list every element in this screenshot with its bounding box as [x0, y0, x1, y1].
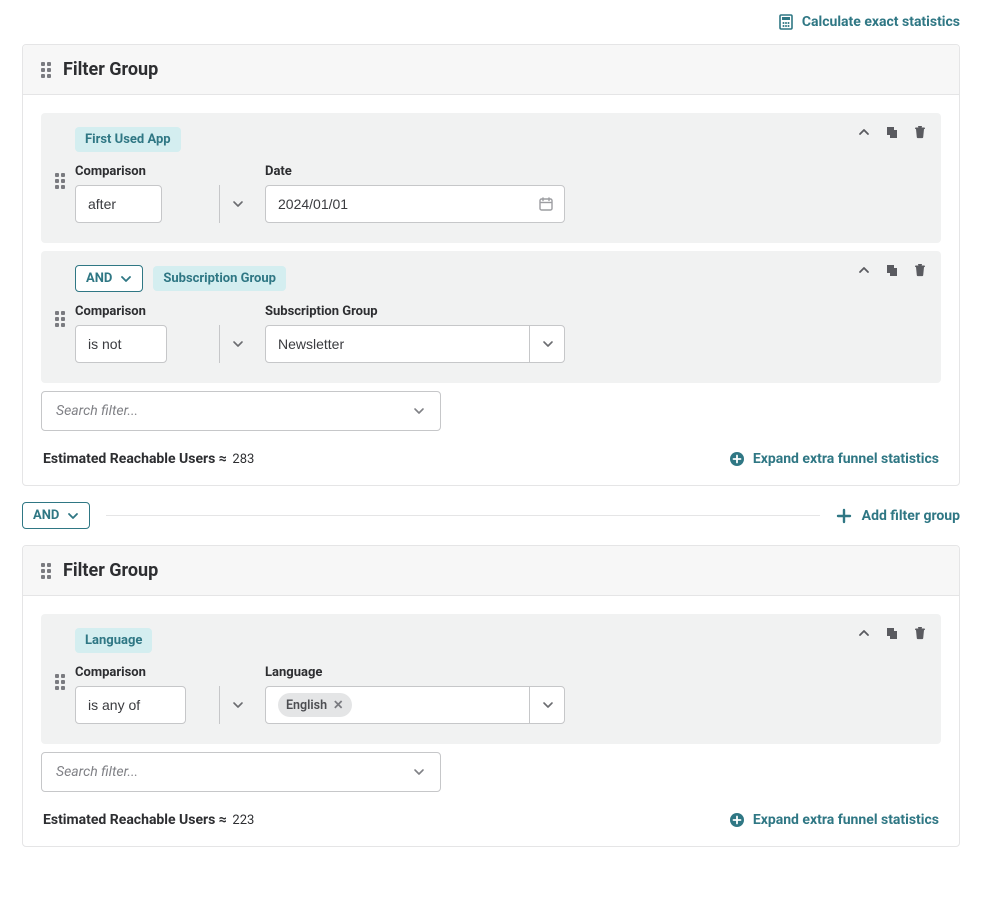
comparison-select[interactable]: is not	[75, 325, 167, 363]
calculator-icon	[778, 14, 794, 30]
filter-group-header: Filter Group	[23, 546, 959, 596]
filter-group-title: Filter Group	[63, 560, 158, 581]
divider	[106, 515, 819, 516]
expand-funnel-link[interactable]: Expand extra funnel statistics	[729, 812, 939, 828]
duplicate-icon[interactable]	[885, 125, 899, 139]
chevron-down-icon	[120, 273, 132, 285]
chevron-down-icon	[412, 765, 426, 779]
filter-group: Filter Group First Used App Comparison	[22, 44, 960, 486]
plus-circle-icon	[729, 451, 745, 467]
trash-icon[interactable]	[913, 626, 927, 640]
filter-group-header: Filter Group	[23, 45, 959, 95]
chevron-down-icon	[219, 686, 255, 724]
plus-circle-icon	[729, 812, 745, 828]
duplicate-icon[interactable]	[885, 263, 899, 277]
language-label: Language	[265, 665, 565, 680]
filter-type-badge: Subscription Group	[153, 266, 286, 291]
comparison-select[interactable]: after	[75, 185, 162, 223]
add-filter-group-button[interactable]: Add filter group	[836, 508, 960, 524]
filter-group: Filter Group Language Comparison	[22, 545, 960, 847]
filter-type-badge: First Used App	[75, 127, 181, 152]
subscription-group-label: Subscription Group	[265, 304, 565, 319]
chevron-down-icon	[219, 185, 255, 223]
calendar-icon	[539, 197, 553, 211]
search-filter-placeholder: Search filter...	[56, 764, 412, 780]
chevron-down-icon	[412, 404, 426, 418]
filter-card: First Used App Comparison after	[41, 113, 941, 243]
expand-funnel-label: Expand extra funnel statistics	[753, 451, 939, 467]
expand-funnel-link[interactable]: Expand extra funnel statistics	[729, 451, 939, 467]
trash-icon[interactable]	[913, 125, 927, 139]
search-filter-input[interactable]: Search filter...	[41, 391, 441, 431]
drag-handle-icon[interactable]	[55, 311, 65, 327]
comparison-select[interactable]: is any of	[75, 686, 186, 724]
comparison-label: Comparison	[75, 304, 255, 319]
drag-handle-icon[interactable]	[41, 62, 51, 78]
remove-token-icon[interactable]: ✕	[333, 697, 343, 713]
drag-handle-icon[interactable]	[55, 173, 65, 189]
drag-handle-icon[interactable]	[41, 563, 51, 579]
date-label: Date	[265, 164, 565, 179]
date-input[interactable]	[265, 185, 565, 223]
estimate-text: Estimated Reachable Users ≈ 223	[43, 812, 254, 828]
collapse-icon[interactable]	[857, 626, 871, 640]
drag-handle-icon[interactable]	[55, 674, 65, 690]
search-filter-placeholder: Search filter...	[56, 403, 412, 419]
add-filter-group-label: Add filter group	[862, 508, 960, 524]
connector-chip[interactable]: AND	[75, 265, 143, 292]
subscription-group-select[interactable]: Newsletter	[265, 325, 565, 363]
comparison-label: Comparison	[75, 665, 255, 680]
estimate-text: Estimated Reachable Users ≈ 283	[43, 451, 254, 467]
chevron-down-icon	[219, 325, 255, 363]
calculate-stats-label: Calculate exact statistics	[802, 14, 960, 30]
search-filter-input[interactable]: Search filter...	[41, 752, 441, 792]
expand-funnel-label: Expand extra funnel statistics	[753, 812, 939, 828]
filter-type-badge: Language	[75, 628, 152, 653]
filter-card: Language Comparison is any of	[41, 614, 941, 744]
calculate-stats-link[interactable]: Calculate exact statistics	[778, 14, 960, 30]
plus-icon	[836, 508, 852, 524]
token-label: English	[286, 698, 327, 713]
group-connector-chip[interactable]: AND	[22, 502, 90, 529]
connector-label: AND	[33, 508, 59, 523]
duplicate-icon[interactable]	[885, 626, 899, 640]
language-multiselect[interactable]: English ✕	[265, 686, 565, 724]
trash-icon[interactable]	[913, 263, 927, 277]
collapse-icon[interactable]	[857, 125, 871, 139]
connector-label: AND	[86, 271, 112, 286]
collapse-icon[interactable]	[857, 263, 871, 277]
filter-group-title: Filter Group	[63, 59, 158, 80]
comparison-label: Comparison	[75, 164, 255, 179]
selected-token: English ✕	[278, 693, 352, 717]
chevron-down-icon	[67, 510, 79, 522]
filter-card: AND Subscription Group Comparison is not	[41, 251, 941, 383]
